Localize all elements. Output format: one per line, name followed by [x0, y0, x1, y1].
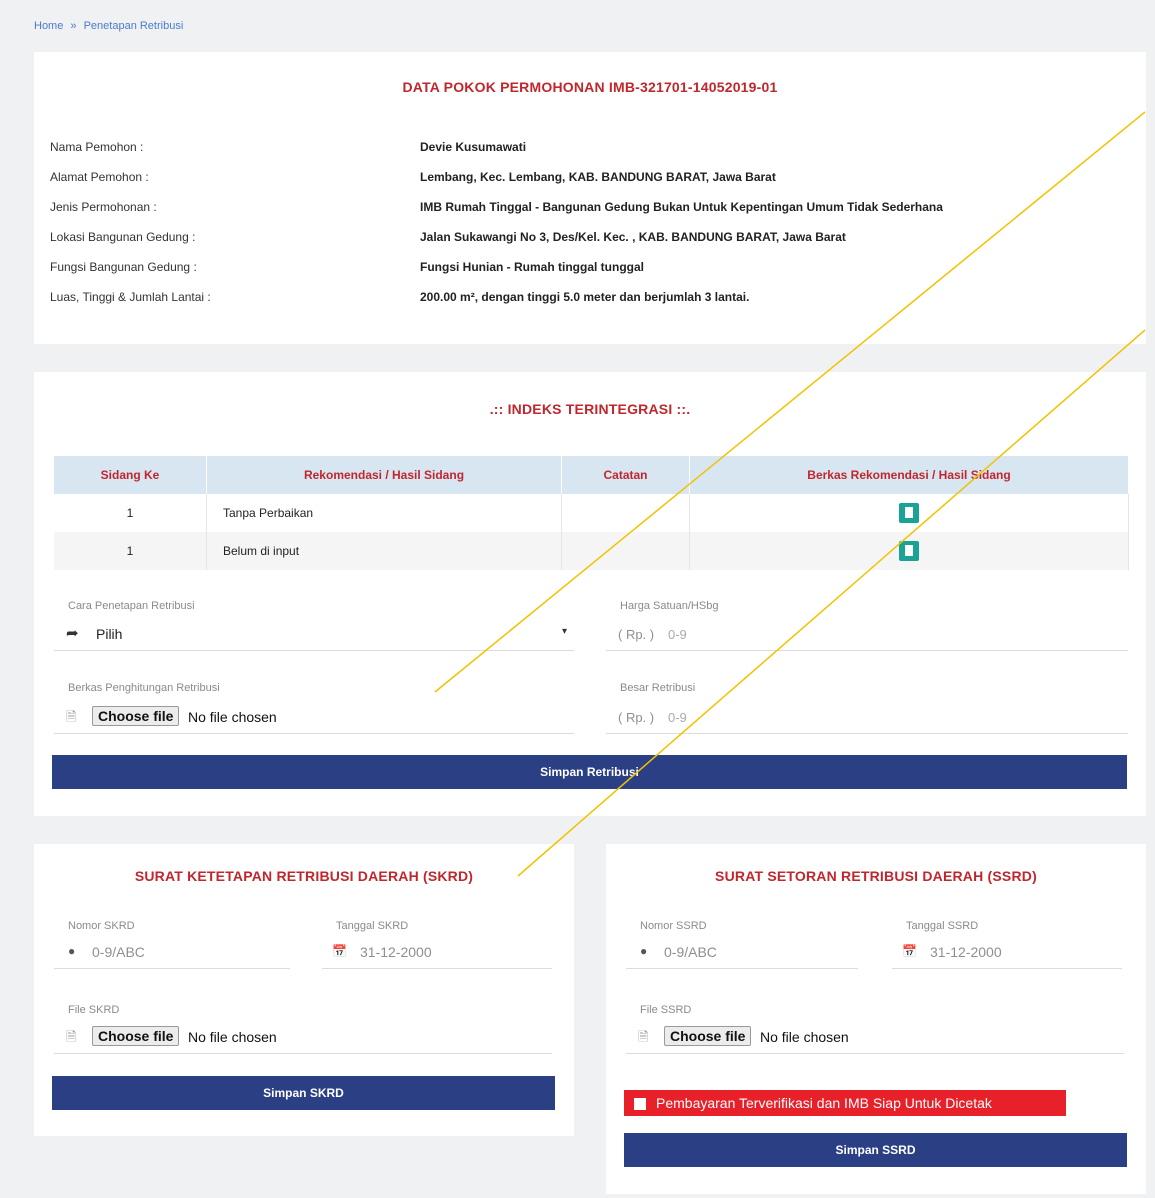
circle-icon: ● — [640, 944, 648, 958]
besar-retribusi-input[interactable]: ( Rp. ) 0-9 — [606, 705, 1128, 734]
alamat-pemohon-value: Lembang, Kec. Lembang, KAB. BANDUNG BARA… — [420, 170, 776, 184]
tanggal-ssrd-label: Tanggal SSRD — [906, 920, 979, 932]
nomor-skrd-input[interactable]: ● 0-9/ABC — [54, 940, 290, 969]
ssrd-title: SURAT SETORAN RETRIBUSI DAERAH (SSRD) — [715, 868, 1037, 884]
file-icon: 🗎 — [638, 1029, 649, 1044]
harga-satuan-input[interactable]: ( Rp. ) 0-9 — [606, 622, 1128, 651]
verify-label: Pembayaran Terverifikasi dan IMB Siap Un… — [656, 1095, 992, 1111]
harga-prefix: ( Rp. ) — [618, 627, 655, 642]
indeks-title: .:: INDEKS TERINTEGRASI ::. — [489, 401, 691, 417]
cara-penetapan-select[interactable]: ➦ Pilih ▾ — [54, 622, 574, 651]
circle-icon: ● — [68, 944, 76, 958]
no-file-text: No file chosen — [188, 709, 277, 725]
lokasi-bangunan-value: Jalan Sukawangi No 3, Des/Kel. Kec. , KA… — [420, 230, 846, 244]
hasil-cell: Tanpa Perbaikan — [206, 494, 562, 532]
document-icon[interactable] — [899, 541, 919, 561]
nomor-skrd-placeholder: 0-9/ABC — [92, 944, 145, 960]
table-row: 1 Belum di input — [54, 532, 1129, 570]
sidang-cell: 1 — [54, 532, 207, 570]
col-berkas: Berkas Rekomendasi / Hasil Sidang — [689, 456, 1129, 494]
besar-prefix: ( Rp. ) — [618, 710, 655, 725]
besar-placeholder: 0-9 — [668, 710, 687, 725]
calendar-icon: 📅 — [332, 944, 347, 958]
choose-file-button[interactable]: Choose file — [92, 706, 180, 726]
catatan-cell — [561, 494, 690, 532]
file-ssrd-input[interactable]: 🗎 Choose file No file chosen — [626, 1025, 1124, 1054]
document-icon[interactable] — [899, 503, 919, 523]
catatan-cell — [561, 532, 690, 570]
file-skrd-label: File SKRD — [68, 1004, 120, 1016]
luas-tinggi-label: Luas, Tinggi & Jumlah Lantai : — [50, 290, 211, 304]
share-arrow-icon: ➦ — [66, 625, 79, 642]
verify-checkbox[interactable] — [634, 1098, 646, 1111]
fungsi-bangunan-label: Fungsi Bangunan Gedung : — [50, 260, 197, 274]
lokasi-bangunan-label: Lokasi Bangunan Gedung : — [50, 230, 196, 244]
harga-satuan-label: Harga Satuan/HSbg — [620, 600, 719, 612]
nomor-ssrd-label: Nomor SSRD — [640, 920, 707, 932]
choose-file-button[interactable]: Choose file — [664, 1026, 752, 1046]
simpan-ssrd-button[interactable]: Simpan SSRD — [624, 1133, 1127, 1167]
nama-pemohon-label: Nama Pemohon : — [50, 140, 144, 154]
indeks-table: Sidang Ke Rekomendasi / Hasil Sidang Cat… — [54, 456, 1129, 570]
data-pokok-title: DATA POKOK PERMOHONAN IMB-321701-1405201… — [402, 79, 778, 95]
breadcrumb-home-link[interactable]: Home — [34, 20, 63, 32]
alamat-pemohon-label: Alamat Pemohon : — [50, 170, 149, 184]
jenis-permohonan-label: Jenis Permohonan : — [50, 200, 157, 214]
tanggal-ssrd-placeholder: 31-12-2000 — [930, 944, 1002, 960]
skrd-card: SURAT KETETAPAN RETRIBUSI DAERAH (SKRD) … — [34, 844, 574, 1136]
nama-pemohon-value: Devie Kusumawati — [420, 140, 527, 154]
choose-file-button[interactable]: Choose file — [92, 1026, 180, 1046]
data-pokok-card: DATA POKOK PERMOHONAN IMB-321701-1405201… — [34, 52, 1146, 344]
berkas-penghitungan-label: Berkas Penghitungan Retribusi — [68, 682, 220, 694]
file-skrd-input[interactable]: 🗎 Choose file No file chosen — [54, 1025, 552, 1054]
tanggal-ssrd-input[interactable]: 📅 31-12-2000 — [892, 940, 1122, 969]
verify-checkbox-row[interactable]: Pembayaran Terverifikasi dan IMB Siap Un… — [624, 1090, 1066, 1116]
file-icon: 🗎 — [66, 1029, 77, 1044]
simpan-retribusi-button[interactable]: Simpan Retribusi — [52, 755, 1127, 789]
nomor-ssrd-placeholder: 0-9/ABC — [664, 944, 717, 960]
fungsi-bangunan-value: Fungsi Hunian - Rumah tinggal tunggal — [420, 260, 644, 274]
no-file-text: No file chosen — [188, 1029, 277, 1045]
simpan-skrd-button[interactable]: Simpan SKRD — [52, 1076, 555, 1110]
tanggal-skrd-input[interactable]: 📅 31-12-2000 — [322, 940, 552, 969]
table-row: 1 Tanpa Perbaikan — [54, 494, 1129, 532]
no-file-text: No file chosen — [760, 1029, 849, 1045]
cara-penetapan-label: Cara Penetapan Retribusi — [68, 600, 195, 612]
skrd-title: SURAT KETETAPAN RETRIBUSI DAERAH (SKRD) — [134, 868, 474, 884]
besar-retribusi-label: Besar Retribusi — [620, 682, 696, 694]
nomor-skrd-label: Nomor SKRD — [68, 920, 135, 932]
file-ssrd-label: File SSRD — [640, 1004, 692, 1016]
breadcrumb-separator: » — [70, 20, 77, 32]
breadcrumb-current[interactable]: Penetapan Retribusi — [84, 20, 184, 32]
breadcrumb: Home » Penetapan Retribusi — [34, 20, 187, 32]
tanggal-skrd-label: Tanggal SKRD — [336, 920, 409, 932]
col-sidang-ke: Sidang Ke — [54, 456, 207, 494]
cara-penetapan-value: Pilih — [96, 626, 123, 642]
luas-tinggi-value: 200.00 m², dengan tinggi 5.0 meter dan b… — [420, 290, 750, 304]
tanggal-skrd-placeholder: 31-12-2000 — [360, 944, 432, 960]
sidang-cell: 1 — [54, 494, 207, 532]
calendar-icon: 📅 — [902, 944, 917, 958]
col-catatan: Catatan — [561, 456, 690, 494]
nomor-ssrd-input[interactable]: ● 0-9/ABC — [626, 940, 858, 969]
ssrd-card: SURAT SETORAN RETRIBUSI DAERAH (SSRD) No… — [606, 844, 1146, 1194]
jenis-permohonan-value: IMB Rumah Tinggal - Bangunan Gedung Buka… — [420, 200, 943, 214]
col-rekomendasi: Rekomendasi / Hasil Sidang — [206, 456, 562, 494]
indeks-card: .:: INDEKS TERINTEGRASI ::. Sidang Ke Re… — [34, 372, 1146, 816]
hasil-cell: Belum di input — [206, 532, 562, 570]
harga-placeholder: 0-9 — [668, 627, 687, 642]
file-icon: 🗎 — [66, 709, 77, 724]
berkas-penghitungan-file[interactable]: 🗎 Choose file No file chosen — [54, 705, 574, 734]
dropdown-caret-icon: ▾ — [562, 626, 568, 637]
